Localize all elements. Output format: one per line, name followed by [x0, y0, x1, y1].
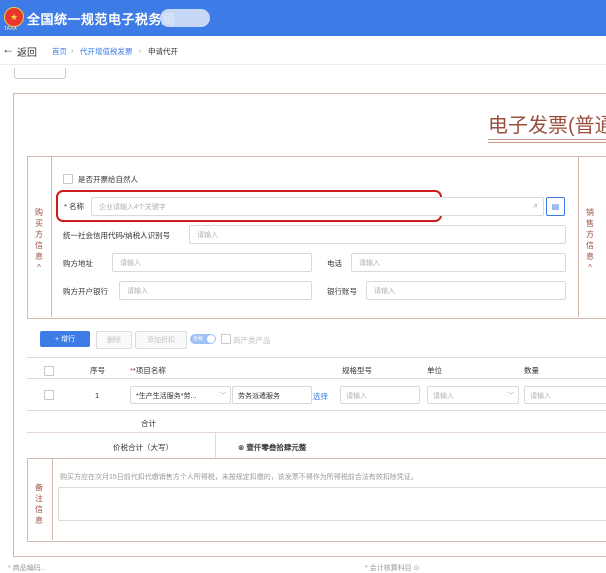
credit-code-input[interactable]: 请输入	[189, 225, 566, 244]
nav-row: ← 返回 首页 › 代开增值税发票 › 申请代开	[0, 36, 606, 65]
phone-label: 电话	[327, 259, 342, 268]
name-placeholder: 企业请输入4个关键字	[99, 204, 166, 211]
tax-emblem-icon: ★	[4, 7, 24, 27]
product-checkbox[interactable]	[221, 334, 231, 344]
bank-input[interactable]: 请输入	[119, 281, 312, 300]
col-qty-header: 数量	[524, 366, 539, 375]
address-book-icon[interactable]: ▤	[546, 197, 565, 216]
title-underline	[488, 142, 606, 143]
address-input[interactable]: 请输入	[112, 253, 312, 272]
total-amount-words: ⊗ 壹仟零叁拾肆元整	[238, 443, 307, 452]
breadcrumb-separator: ›	[71, 46, 74, 55]
footer-right-label: * 会计核算科目 ⊙	[365, 565, 420, 572]
breadcrumb-home[interactable]: 首页	[52, 46, 67, 57]
account-label: 银行账号	[327, 287, 357, 296]
row-seq: 1	[95, 391, 100, 400]
account-input[interactable]: 请输入	[366, 281, 566, 300]
credit-code-label: 统一社会信用代码/纳税人识别号	[63, 231, 171, 240]
row-checkbox[interactable]	[44, 390, 54, 400]
col-name-header: **项目名称	[130, 366, 166, 375]
remark-divider	[52, 458, 53, 540]
select-all-checkbox[interactable]	[44, 366, 54, 376]
address-label: 购方地址	[63, 259, 93, 268]
product-checkbox-label: 商产类产品	[233, 336, 271, 345]
buyer-divider	[51, 156, 52, 317]
seller-divider	[578, 156, 579, 317]
phone-input[interactable]: 请输入	[351, 253, 566, 272]
quantity-input[interactable]: 请输入	[524, 386, 606, 404]
breadcrumb-current: 申请代开	[148, 47, 178, 56]
seller-info-side-label[interactable]: 销售方信息 ^	[584, 207, 596, 273]
top-bar: ★ TAXA 全国统一规范电子税务局	[0, 0, 606, 36]
chevron-down-icon: ﹀	[219, 393, 226, 399]
search-icon[interactable]: ⌕	[534, 201, 538, 211]
natural-person-checkbox[interactable]	[63, 174, 73, 184]
buyer-info-side-label[interactable]: 购买方信息 ^	[33, 207, 45, 273]
region-selector[interactable]	[160, 9, 210, 27]
name-label: * 名称	[64, 202, 85, 211]
emblem-caption: TAXA	[4, 26, 17, 32]
breadcrumb-issue-invoice[interactable]: 代开增值税发票	[80, 46, 133, 57]
remark-textarea[interactable]	[58, 487, 606, 521]
app-title: 全国统一规范电子税务局	[27, 12, 176, 27]
add-discount-button[interactable]: 添加折扣	[135, 331, 187, 349]
invoice-title: 电子发票(普通	[488, 115, 606, 137]
add-row-button[interactable]: + 增行	[40, 331, 90, 347]
item-name-input[interactable]: 劳务派遣服务	[232, 386, 312, 404]
back-arrow-icon[interactable]: ←	[2, 42, 14, 56]
delete-button[interactable]: 删除	[96, 331, 132, 349]
col-spec-header: 规格型号	[342, 366, 372, 375]
remark-note: 购买方应在次月15日前代扣代缴销售方个人所得税，未按规定扣缴的，该发票不得作为所…	[60, 474, 418, 481]
spec-input[interactable]: 请输入	[340, 386, 420, 404]
footer-left-label: * 商品编码...	[8, 565, 47, 572]
unit-select[interactable]: 请输入 ﹀	[427, 386, 519, 404]
select-item-link[interactable]: 选择	[313, 391, 328, 402]
remark-side-label: 备注信息	[35, 483, 43, 525]
tax-inclusive-toggle[interactable]: 含税	[190, 334, 216, 344]
item-category-select[interactable]: *生产生活服务*劳... ﹀	[130, 386, 231, 404]
natural-person-label: 是否开票给自然人	[78, 175, 138, 184]
back-button[interactable]: 返回	[17, 44, 37, 59]
col-seq-header: 序号	[90, 366, 105, 375]
subtotal-label: 合计	[141, 419, 156, 428]
title-underline	[488, 139, 606, 140]
breadcrumb-separator: ›	[139, 46, 142, 55]
name-input[interactable]: 企业请输入4个关键字 ⌕	[91, 197, 544, 216]
bank-label: 购方开户银行	[63, 287, 108, 296]
chevron-down-icon: ﹀	[507, 393, 514, 399]
col-unit-header: 单位	[427, 366, 442, 375]
partial-button[interactable]	[14, 68, 66, 79]
total-label: 价税合计（大写）	[113, 443, 173, 452]
